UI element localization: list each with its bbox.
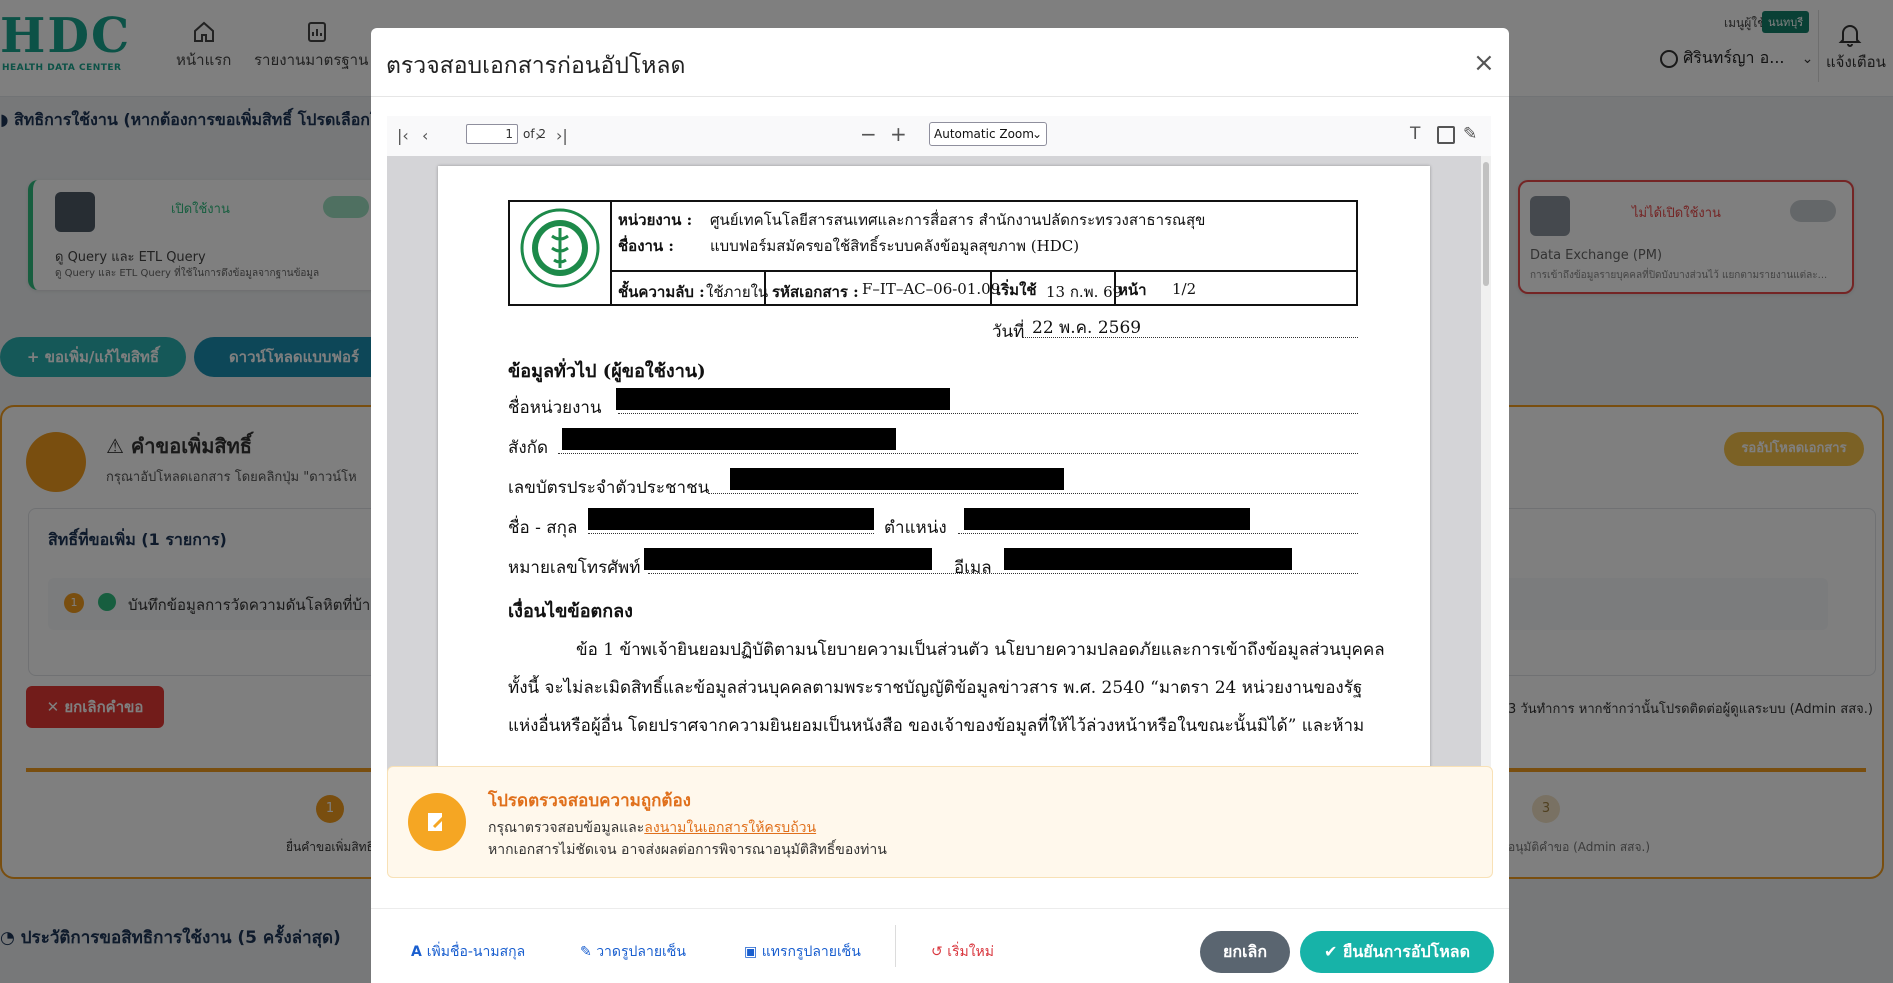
- ministry-seal-logo: [520, 208, 600, 288]
- modal-title: ตรวจสอบเอกสารก่อนอัปโหลด: [386, 53, 686, 79]
- insert-signature-button[interactable]: ▣ แทรกรูปลายเซ็น: [744, 941, 861, 963]
- secret-label: ชั้นความลับ :: [618, 283, 705, 301]
- modal-footer: A เพิ่มชื่อ-นามสกุล ✎ วาดรูปลายเซ็น ▣ แท…: [371, 908, 1509, 983]
- reset-label: เริ่มใหม่: [947, 944, 995, 960]
- last-page-icon[interactable]: ›|: [556, 126, 568, 145]
- zoom-select[interactable]: Automatic Zoom ⌄: [929, 122, 1047, 146]
- agency-value: ศูนย์เทคโนโลยีสารสนเทศและการสื่อสาร สำนั…: [710, 211, 1206, 229]
- agency-label: หน่วยงาน :: [618, 211, 693, 229]
- add-name-label: เพิ่มชื่อ-นามสกุล: [426, 944, 526, 960]
- pdf-viewer[interactable]: หน่วยงาน : ศูนย์เทคโนโลยีสารสนเทศและการส…: [387, 156, 1491, 788]
- field-id-label: เลขบัตรประจำตัวประชาชน: [508, 478, 710, 498]
- zoom-in-icon[interactable]: +: [890, 122, 907, 146]
- confirm-upload-label: ยืนยันการอัปโหลด: [1342, 942, 1470, 961]
- add-name-button[interactable]: A เพิ่มชื่อ-นามสกุล: [411, 941, 525, 963]
- upload-review-modal: ตรวจสอบเอกสารก่อนอัปโหลด × |‹ ‹ 1 of 2 ›…: [371, 28, 1509, 983]
- field-name-label: ชื่อ - สกุล: [508, 518, 578, 538]
- terms-paragraph-3: แห่งอื่นหรือผู้อื่น โดยปราศจากความยินยอม…: [508, 716, 1365, 736]
- draw-signature-label: วาดรูปลายเซ็น: [596, 944, 686, 960]
- redaction-box: [1004, 548, 1292, 570]
- pen-icon: ✎: [580, 944, 597, 960]
- reset-button[interactable]: ↺ เริ่มใหม่: [931, 941, 994, 963]
- work-value: แบบฟอร์มสมัครขอใช้สิทธิ์ระบบคลังข้อมูลสุ…: [710, 237, 1080, 255]
- field-affiliation-label: สังกัด: [508, 438, 549, 458]
- redaction-box: [616, 388, 950, 410]
- secret-value: ใช้ภายใน: [706, 283, 769, 301]
- pdf-page: หน่วยงาน : ศูนย์เทคโนโลยีสารสนเทศและการส…: [438, 166, 1430, 788]
- draw-signature-button[interactable]: ✎ วาดรูปลายเซ็น: [580, 941, 686, 963]
- next-page-icon[interactable]: ›: [535, 126, 541, 145]
- verification-notice: โปรดตรวจสอบความถูกต้อง กรุณาตรวจสอบข้อมู…: [387, 766, 1493, 878]
- confirm-upload-button[interactable]: ✔ ยืนยันการอัปโหลด: [1300, 931, 1494, 973]
- page-number-input[interactable]: 1: [466, 124, 518, 144]
- document-header-table: หน่วยงาน : ศูนย์เทคโนโลยีสารสนเทศและการส…: [508, 200, 1358, 306]
- cancel-button[interactable]: ยกเลิก: [1200, 931, 1290, 973]
- close-icon[interactable]: ×: [1473, 48, 1495, 78]
- notice-line-1: กรุณาตรวจสอบข้อมูลและลงนามในเอกสารให้ครบ…: [488, 817, 816, 839]
- dotted-line: [708, 492, 1358, 494]
- dotted-line: [618, 412, 1358, 414]
- header-divider: [610, 202, 612, 304]
- redaction-box: [644, 548, 932, 570]
- dotted-line: [1022, 336, 1358, 338]
- section-terms: เงื่อนไขข้อตกลง: [508, 601, 633, 622]
- undo-icon: ↺: [931, 944, 948, 960]
- insert-signature-label: แทรกรูปลายเซ็น: [761, 944, 861, 960]
- cell-divider: [764, 270, 766, 304]
- image-icon: ▣: [744, 944, 762, 960]
- text-tool-icon[interactable]: T: [1410, 124, 1420, 144]
- pdf-toolbar: |‹ ‹ 1 of 2 › ›| − + Automatic Zoom ⌄ T ✎: [387, 116, 1491, 157]
- edit-icon: [428, 813, 448, 831]
- code-value: F–IT–AC–06-01.09: [862, 280, 1001, 298]
- cell-divider: [1114, 270, 1116, 304]
- image-tool-icon[interactable]: [1437, 126, 1455, 144]
- start-label: เริ่มใช้: [996, 281, 1037, 299]
- scrollbar-thumb[interactable]: [1483, 162, 1489, 286]
- page-value: 1/2: [1172, 280, 1197, 298]
- dotted-line: [648, 572, 1358, 574]
- cell-divider: [990, 270, 992, 304]
- redaction-box: [562, 428, 896, 450]
- field-position-label: ตำแหน่ง: [884, 518, 947, 538]
- notice-line-2: หากเอกสารไม่ชัดเจน อาจส่งผลต่อการพิจารณา…: [488, 842, 887, 858]
- chevron-down-icon: ⌄: [1031, 127, 1042, 141]
- start-value: 13 ก.พ. 69: [1046, 283, 1123, 301]
- redaction-box: [964, 508, 1250, 530]
- dotted-line: [588, 532, 874, 534]
- header-divider: [610, 270, 1356, 272]
- check-circle-icon: ✔: [1324, 942, 1343, 961]
- code-label: รหัสเอกสาร :: [772, 283, 859, 301]
- section-general: ข้อมูลทั่วไป (ผู้ขอใช้งาน): [508, 361, 706, 382]
- terms-paragraph-1: ข้อ 1 ข้าพเจ้ายินยอมปฏิบัติตามนโยบายความ…: [576, 640, 1385, 660]
- field-phone-label: หมายเลขโทรศัพท์: [508, 558, 641, 578]
- zoom-out-icon[interactable]: −: [860, 122, 877, 146]
- redaction-box: [730, 468, 1064, 490]
- work-label: ชื่องาน :: [618, 237, 674, 255]
- field-unit-label: ชื่อหน่วยงาน: [508, 398, 602, 418]
- date-label: วันที่: [992, 322, 1025, 342]
- pencil-icon[interactable]: ✎: [1463, 124, 1477, 144]
- notice-line-1-text: กรุณาตรวจสอบข้อมูลและ: [488, 820, 645, 836]
- dotted-line: [958, 532, 1358, 534]
- page-label: หน้า: [1118, 281, 1147, 299]
- dotted-line: [558, 452, 1358, 454]
- previous-page-icon[interactable]: ‹: [422, 126, 428, 145]
- footer-divider: [895, 925, 896, 967]
- redaction-box: [588, 508, 874, 530]
- first-page-icon[interactable]: |‹: [397, 126, 409, 145]
- terms-paragraph-2: ทั้งนี้ จะไม่ละเมิดสิทธิ์และข้อมูลส่วนบุ…: [508, 678, 1363, 698]
- field-email-label: อีเมล: [954, 558, 992, 578]
- text-icon: A: [411, 944, 427, 960]
- notice-title: โปรดตรวจสอบความถูกต้อง: [488, 791, 691, 811]
- zoom-value: Automatic Zoom: [934, 127, 1034, 141]
- modal-header: ตรวจสอบเอกสารก่อนอัปโหลด ×: [371, 28, 1509, 97]
- pdf-scrollbar[interactable]: [1481, 156, 1491, 788]
- sign-document-icon: [408, 793, 466, 851]
- sign-document-link[interactable]: ลงนามในเอกสารให้ครบถ้วน: [644, 820, 816, 836]
